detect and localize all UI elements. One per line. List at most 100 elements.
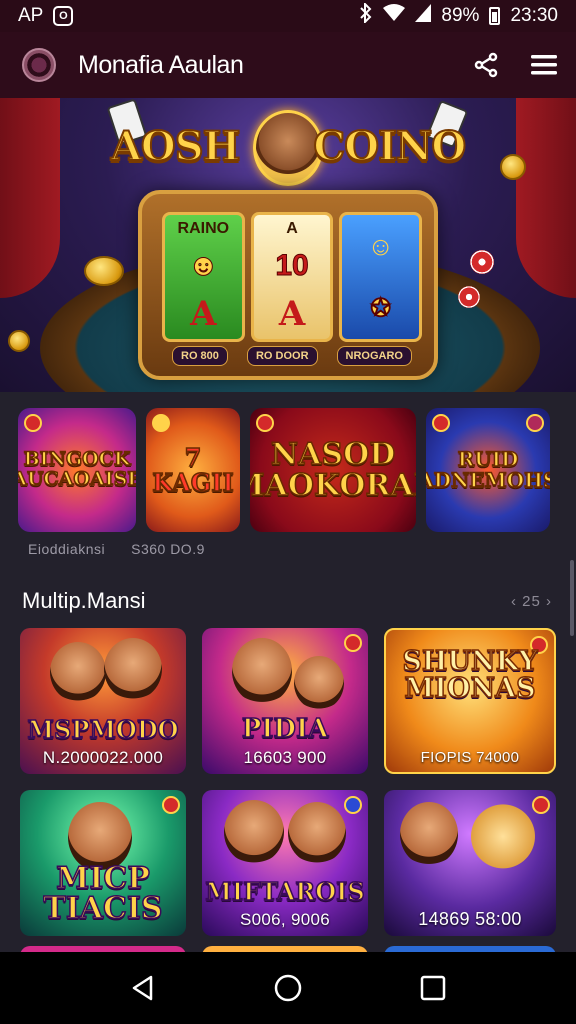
game-grid: MSPMODO N.2000022.000 PIDIA 16603 900 SH… [20,628,556,936]
reel-1: RAINO ☻ A [162,212,245,342]
hero-title: AOSH COINO [110,122,467,171]
slot-button[interactable]: RO 800 [172,346,228,366]
section-header: Multip.Mansi ‹ 25 › [22,588,552,614]
game-card[interactable]: 14869 58:00 [384,790,556,936]
reel-symbol: ✪ [370,295,391,323]
home-icon[interactable] [268,968,308,1008]
character-art [400,802,458,866]
status-left: AP O [18,5,74,27]
dog-character-art [468,804,538,876]
reel-symbol: 10 [275,248,309,282]
reel-symbol: ☺ [367,231,394,261]
coin-badge-icon [152,414,170,432]
featured-game-title: BINGOCK AUCAOAISE [18,448,136,490]
hot-badge-icon [24,414,42,432]
character-art [294,656,344,710]
coin-art [8,330,30,352]
poker-chip-art [458,286,480,308]
character-art [224,800,284,864]
signal-icon [415,4,432,28]
character-art [104,638,162,700]
app-screen: AP O 89% 23:30 Monafia Aaulan AOSH COINO… [0,0,576,1024]
poker-chip-art [470,250,494,274]
featured-game-title: 7 KAGII [152,442,235,497]
featured-caption: S360 DO.9 [131,541,205,557]
featured-captions: Eioddiaknsi S360 DO.9 [28,541,205,557]
game-title: MIFTAROIS [205,877,366,906]
slot-button[interactable]: RO DOOR [246,346,318,366]
app-bar: Monafia Aaulan [0,32,576,98]
battery-percent: 89% [441,5,480,26]
section-title: Multip.Mansi [22,588,146,613]
notification-app-icon: O [53,6,74,26]
coin-stack-art [84,256,124,286]
hero-title-left: AOSH [110,122,242,171]
game-card[interactable]: MICP TIACIS [20,790,186,936]
reel-symbol: A [190,293,217,334]
reel-2: A 10 A [250,212,334,342]
recents-icon[interactable] [413,968,453,1008]
battery-icon [489,7,501,25]
game-card[interactable]: MSPMODO N.2000022.000 [20,628,186,774]
hot-badge-icon [256,414,274,432]
wifi-icon [383,4,406,28]
reel-symbol: ☻ [187,248,220,282]
hot-badge-icon [344,796,362,814]
hot-badge-icon [344,634,362,652]
featured-game-tile[interactable]: BINGOCK AUCAOAISE [18,408,136,532]
hot-badge-icon [162,796,180,814]
app-actions [472,51,558,79]
back-icon[interactable] [123,968,163,1008]
section-pager[interactable]: ‹ 25 › [511,593,552,610]
slot-reels: RAINO ☻ A A 10 A ☺ ✪ [162,212,423,342]
featured-games-row: BINGOCK AUCAOAISE 7 KAGII NASOD MAOKORAL… [18,408,576,532]
featured-game-tile[interactable]: 7 KAGII [146,408,240,532]
slot-button[interactable]: NROGARO [336,346,412,366]
game-card[interactable]: MIFTAROIS S006, 9006 [202,790,368,936]
share-icon[interactable] [472,51,500,79]
slot-buttons: RO 800 RO DOOR NROGARO [172,346,412,366]
hot-badge-icon [432,414,450,432]
reel-symbol: A [286,220,298,238]
status-right: 89% 23:30 [359,1,558,29]
featured-game-title: RUID PADNEMOHSS [426,447,550,492]
hot-badge-icon [532,796,550,814]
game-title: SHUNKY MIONAS [402,646,539,704]
menu-icon[interactable] [530,51,558,79]
game-jackpot: S006, 9006 [240,910,330,929]
carrier-label: AP [18,5,44,26]
hero-banner[interactable]: AOSH COINO RAINO ☻ A A 10 A ☺ ✪ RO 800 R… [0,98,576,392]
bluetooth-icon [359,1,373,29]
featured-game-tile[interactable]: NASOD MAOKORAL [250,408,416,532]
featured-game-tile[interactable]: RUID PADNEMOHSS [426,408,550,532]
coin-art [500,154,526,180]
system-nav-bar [0,952,576,1024]
game-title: MICP TIACIS [43,861,164,926]
curtain-right [516,98,576,298]
character-art [232,638,292,704]
game-jackpot: N.2000022.000 [42,748,164,767]
game-card[interactable]: PIDIA 16603 900 [202,628,368,774]
status-bar: AP O 89% 23:30 [0,0,576,32]
reel-symbol: RAINO [177,220,230,238]
clock: 23:30 [510,5,558,26]
character-art [288,802,346,864]
game-jackpot: FIOPIS 74000 [420,749,520,766]
featured-caption: Eioddiaknsi [28,541,106,557]
reel-3: ☺ ✪ [339,212,423,342]
game-jackpot: 14869 58:00 [418,909,522,929]
game-title: MSPMODO [27,715,180,744]
hero-title-right: COINO [312,122,467,171]
app-title: Monafia Aaulan [78,50,244,79]
curtain-left [0,98,60,298]
mic-badge-icon [526,414,544,432]
character-art [50,642,106,702]
reel-symbol: A [278,293,306,334]
featured-game-title: NASOD MAOKORAL [250,436,416,503]
app-logo[interactable] [22,48,56,82]
game-title: PIDIA [241,714,329,744]
slot-machine: RAINO ☻ A A 10 A ☺ ✪ RO 800 RO DOOR NROG… [138,190,438,380]
scrollbar[interactable] [570,560,574,636]
game-jackpot: 16603 900 [243,748,327,767]
game-card[interactable]: SHUNKY MIONAS FIOPIS 74000 [384,628,556,774]
